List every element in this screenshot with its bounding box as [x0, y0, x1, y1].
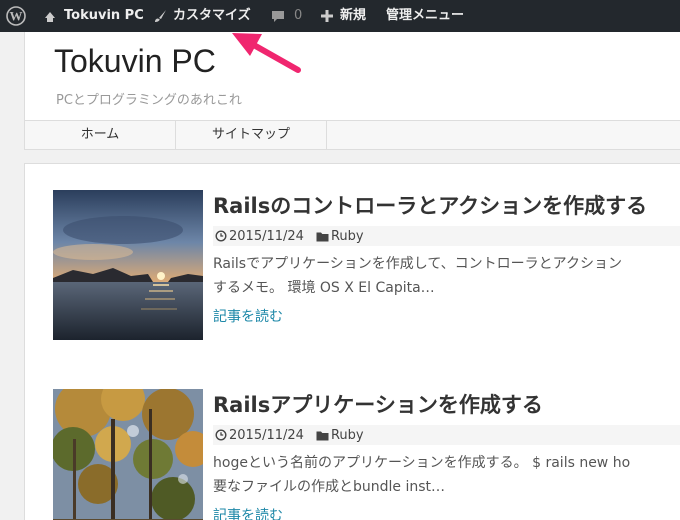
nav-item-home[interactable]: ホーム	[25, 121, 176, 149]
read-more-link[interactable]: 記事を読む	[213, 505, 283, 520]
new-content-link[interactable]: 新規	[320, 0, 366, 32]
admin-bar-site-link[interactable]: Tokuvin PC	[42, 0, 144, 32]
post-excerpt-line: するメモ。 環境 OS X El Capita…	[213, 280, 435, 296]
read-more-link[interactable]: 記事を読む	[213, 306, 283, 326]
site-header: Tokuvin PC PCとプログラミングのあれこれ	[24, 32, 680, 120]
admin-bar-site-name: Tokuvin PC	[64, 8, 144, 23]
post-excerpt-line: 要なファイルの作成とbundle inst…	[213, 479, 446, 495]
customize-link[interactable]: カスタマイズ	[152, 0, 251, 32]
site-description: PCとプログラミングのあれこれ	[56, 93, 242, 108]
post-category[interactable]: Ruby	[316, 229, 364, 244]
site-title[interactable]: Tokuvin PC	[54, 43, 216, 80]
comments-link[interactable]: 0	[270, 0, 302, 32]
admin-menu-link[interactable]: 管理メニュー	[386, 0, 464, 32]
post-category[interactable]: Ruby	[316, 428, 364, 443]
clock-icon	[215, 230, 227, 242]
wordpress-logo-icon[interactable]: W	[6, 0, 28, 32]
post-category-text: Ruby	[330, 228, 364, 244]
post-excerpt: hogeという名前のアプリケーションを作成する。 $ rails new ho …	[213, 451, 680, 499]
post-meta: 2015/11/24 Ruby	[213, 425, 680, 445]
customize-label: カスタマイズ	[173, 8, 251, 23]
post-title[interactable]: Railsのコントローラとアクションを作成する	[213, 190, 647, 220]
comment-bubble-icon	[272, 11, 284, 22]
svg-text:W: W	[10, 9, 23, 24]
clock-icon	[215, 429, 227, 441]
paintbrush-icon	[155, 10, 166, 22]
post-excerpt-line: hogeという名前のアプリケーションを作成する。 $ rails new ho	[213, 455, 631, 471]
admin-bar: W Tokuvin PC カスタマイズ 0 新規 管理メニュー	[0, 0, 680, 32]
post-excerpt-line: Railsでアプリケーションを作成して、コントローラとアクション	[213, 256, 622, 272]
plus-icon	[321, 10, 333, 22]
post-date: 2015/11/24	[215, 428, 304, 443]
nav-item-sitemap[interactable]: サイトマップ	[176, 121, 327, 149]
admin-menu-label: 管理メニュー	[386, 8, 465, 23]
comments-count: 0	[294, 8, 303, 23]
post-thumbnail-forest[interactable]	[53, 389, 203, 520]
new-label: 新規	[340, 8, 367, 23]
post-date-text: 2015/11/24	[229, 427, 304, 443]
post-title[interactable]: Railsアプリケーションを作成する	[213, 389, 543, 419]
post-excerpt: Railsでアプリケーションを作成して、コントローラとアクション するメモ。 環…	[213, 252, 680, 300]
post-date: 2015/11/24	[215, 229, 304, 244]
folder-icon	[316, 232, 329, 241]
post-meta: 2015/11/24 Ruby	[213, 226, 680, 246]
post-thumbnail-sunset[interactable]	[53, 190, 203, 340]
post-date-text: 2015/11/24	[229, 228, 304, 244]
folder-icon	[316, 431, 329, 440]
home-icon	[45, 12, 55, 22]
post-list: Railsのコントローラとアクションを作成する 2015/11/24 Ruby …	[24, 163, 680, 520]
post-category-text: Ruby	[330, 427, 364, 443]
main-navigation: ホーム サイトマップ	[24, 120, 680, 150]
